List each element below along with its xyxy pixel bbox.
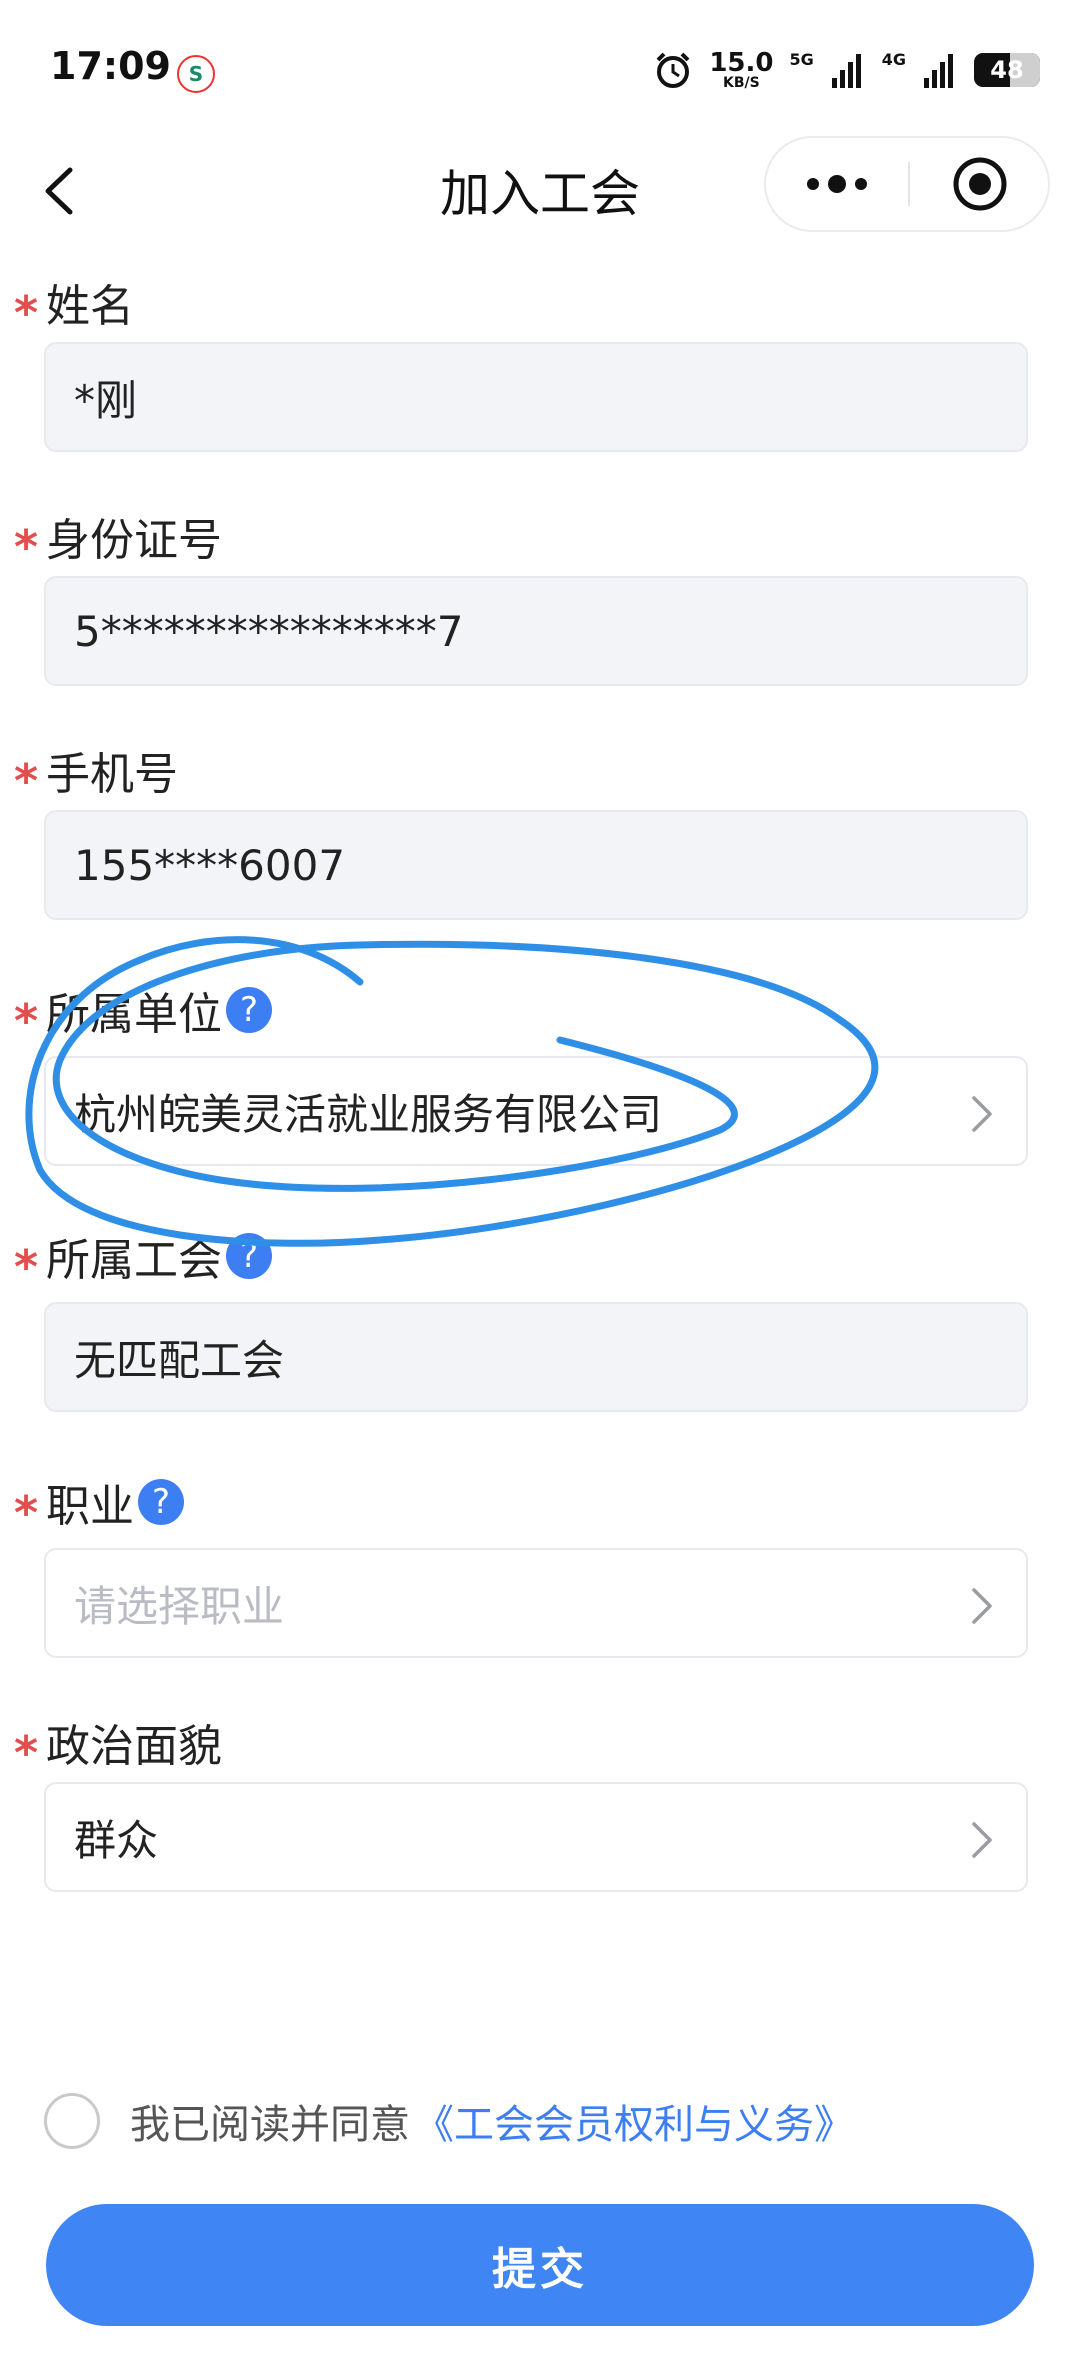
help-icon[interactable]: ?: [226, 1233, 272, 1279]
more-icon: [807, 175, 867, 193]
chevron-right-icon: [972, 1096, 992, 1132]
help-icon[interactable]: ?: [226, 987, 272, 1033]
status-time: 17:09: [50, 44, 171, 88]
more-button[interactable]: [766, 138, 908, 230]
political-status-label-text: 政治面貌: [46, 1721, 222, 1772]
battery-level: 48: [990, 56, 1024, 84]
phone-field: 155****6007: [44, 810, 1028, 920]
political-status-label: 政治面貌: [46, 1710, 222, 1774]
employer-select[interactable]: 杭州皖美灵活就业服务有限公司: [44, 1056, 1028, 1166]
union-field: 无匹配工会: [44, 1302, 1028, 1412]
id-number-value: 5****************7: [74, 606, 464, 656]
id-number-field: 5****************7: [44, 576, 1028, 686]
agreement-link[interactable]: 《工会会员权利与义务》: [414, 2092, 854, 2150]
occupation-placeholder: 请选择职业: [74, 1581, 285, 1631]
close-button[interactable]: [910, 138, 1050, 230]
chevron-right-icon: [972, 1588, 992, 1624]
name-label: 姓名: [46, 270, 134, 334]
phone-value: 155****6007: [74, 840, 346, 890]
occupation-select[interactable]: 请选择职业: [44, 1548, 1028, 1658]
target-icon: [953, 157, 1007, 211]
signal-icon: [924, 54, 953, 88]
signal-5g-label: 5G: [789, 50, 814, 69]
signal-icon: [831, 54, 861, 88]
net-speed: 15.0 KB/S: [709, 50, 773, 90]
status-bar: 17:09 S 15.0 KB/S 5G 4G 48: [0, 0, 1080, 130]
signal-4g-label: 4G: [881, 50, 906, 69]
name-label-text: 姓名: [46, 281, 134, 332]
app-notification-icon: S: [177, 55, 215, 93]
join-union-page: 17:09 S 15.0 KB/S 5G 4G 48 加入工会 * 姓名 *刚 …: [0, 0, 1080, 2372]
required-star: *: [14, 286, 39, 340]
id-number-label: 身份证号: [46, 504, 222, 568]
net-speed-unit: KB/S: [723, 75, 760, 91]
miniprogram-capsule: [764, 136, 1050, 232]
required-star: *: [14, 754, 39, 808]
svg-text:S: S: [189, 62, 203, 86]
required-star: *: [14, 994, 39, 1048]
id-number-label-text: 身份证号: [46, 515, 222, 566]
required-star: *: [14, 1486, 39, 1540]
occupation-label-text: 职业: [46, 1481, 134, 1532]
required-star: *: [14, 520, 39, 574]
phone-label: 手机号: [46, 738, 178, 802]
agreement-checkbox[interactable]: [44, 2093, 100, 2149]
occupation-label: 职业 ?: [46, 1470, 184, 1534]
name-value: *刚: [74, 375, 138, 425]
employer-label: 所属单位 ?: [46, 978, 272, 1042]
required-star: *: [14, 1240, 39, 1294]
required-star: *: [14, 1726, 39, 1780]
chevron-right-icon: [972, 1822, 992, 1858]
union-label-text: 所属工会: [46, 1235, 222, 1286]
name-field: *刚: [44, 342, 1028, 452]
battery-icon: 48: [974, 53, 1040, 87]
nav-bar: 加入工会: [0, 130, 1080, 250]
net-speed-value: 15.0: [709, 48, 774, 78]
employer-label-text: 所属单位: [46, 989, 222, 1040]
employer-value: 杭州皖美灵活就业服务有限公司: [74, 1089, 663, 1139]
status-indicators: 15.0 KB/S 5G 4G 48: [653, 48, 1040, 92]
political-status-select[interactable]: 群众: [44, 1782, 1028, 1892]
union-value: 无匹配工会: [74, 1335, 285, 1385]
submit-button[interactable]: 提交: [46, 2204, 1034, 2326]
help-icon[interactable]: ?: [138, 1479, 184, 1525]
alarm-icon: [656, 52, 690, 88]
agreement-text: 我已阅读并同意: [130, 2102, 410, 2148]
agreement-row: 我已阅读并同意 《工会会员权利与义务》: [44, 2086, 854, 2156]
union-label: 所属工会 ?: [46, 1224, 272, 1288]
political-status-value: 群众: [74, 1815, 159, 1865]
phone-label-text: 手机号: [46, 749, 178, 800]
